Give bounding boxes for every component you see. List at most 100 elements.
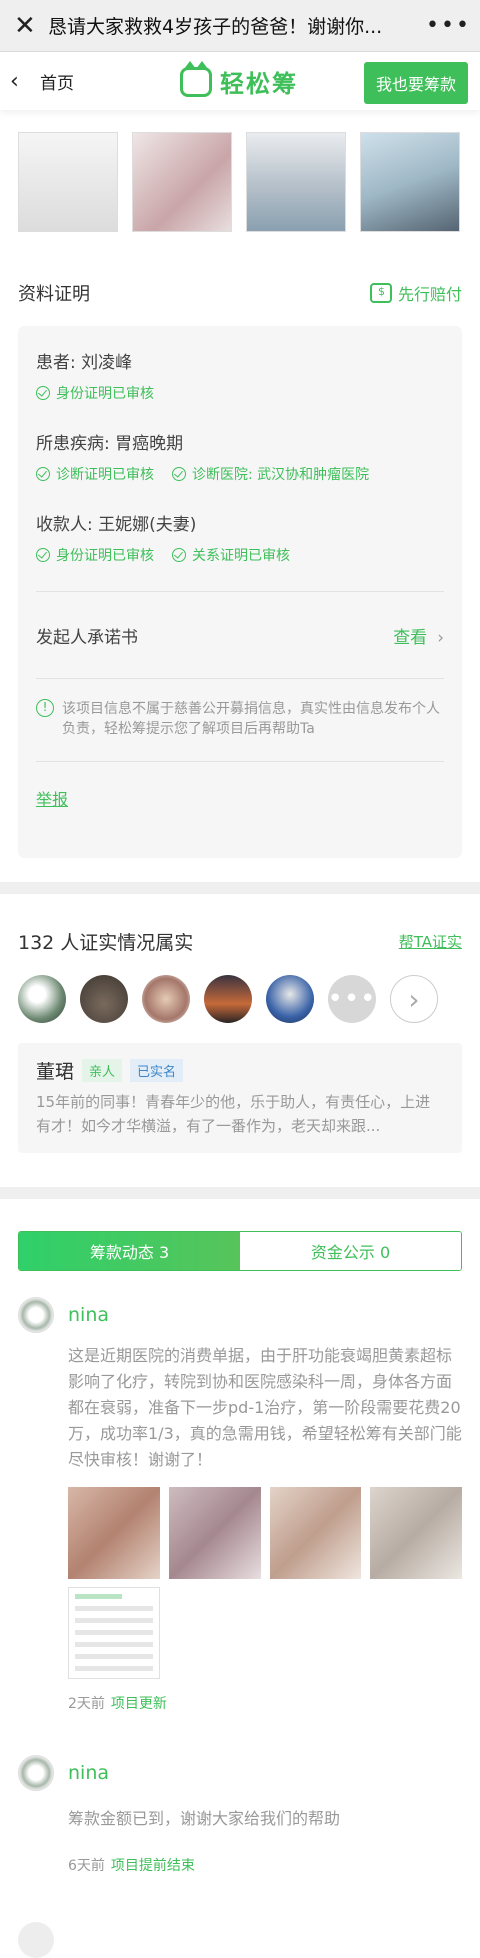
update-meta: 6天前 项目提前结束 <box>68 1855 462 1875</box>
site-nav: ‹ 首页 轻松筹 我也要筹款 <box>0 52 480 110</box>
update-text: 这是近期医院的消费单据，由于肝功能衰竭胆黄素超标影响了化疗，转院到协和医院感染科… <box>68 1346 462 1469</box>
wechat-top-bar: ✕ 恳请大家救救4岁孩子的爸爸！谢谢你... ••• <box>0 0 480 52</box>
image-detail <box>75 1618 153 1623</box>
payee-label: 收款人: 王妮娜(夫妻) <box>36 515 197 535</box>
photo-thumbnail[interactable] <box>360 132 460 232</box>
photo-thumbnail[interactable] <box>18 132 118 232</box>
tab-updates[interactable]: 筹款动态 3 <box>19 1232 240 1270</box>
image-detail <box>75 1666 153 1671</box>
avatar[interactable] <box>266 975 314 1023</box>
receipt-image[interactable] <box>269 1487 362 1579</box>
avatar[interactable] <box>80 975 128 1023</box>
back-chevron-icon[interactable]: ‹ <box>10 69 32 94</box>
page-title: 恳请大家救救4岁孩子的爸爸！谢谢你... <box>48 16 383 38</box>
update-time: 6天前 <box>68 1858 105 1874</box>
image-detail <box>75 1594 122 1599</box>
author-name[interactable]: nina <box>68 1304 109 1326</box>
photo-thumbnail[interactable] <box>246 132 346 232</box>
view-label: 查看 <box>393 627 428 648</box>
project-photos <box>0 110 480 232</box>
verified-tag: 关系证明已审核 <box>172 545 290 565</box>
disease-label: 所患疾病: 胃癌晚期 <box>36 434 184 454</box>
brand-logo: 轻松筹 <box>180 60 298 99</box>
photo-thumbnail[interactable] <box>132 132 232 232</box>
chevron-right-icon: › <box>437 627 444 648</box>
avatar[interactable] <box>204 975 252 1023</box>
promise-row[interactable]: 发起人承诺书 查看 › <box>36 592 444 678</box>
patient-label: 患者: 刘凌峰 <box>36 353 133 373</box>
home-link[interactable]: 首页 <box>40 69 74 94</box>
verification-card: 患者: 刘凌峰 身份证明已审核 所患疾病: 胃癌晚期 诊断证明已审核 诊断医院:… <box>18 326 462 858</box>
check-circle-icon <box>36 386 50 400</box>
report-link[interactable]: 举报 <box>36 762 444 810</box>
comment-text: 15年前的同事！青春年少的他，乐于助人，有责任心，上进有才！如今才华横溢，有了一… <box>36 1093 431 1135</box>
receipt-image[interactable] <box>68 1487 160 1579</box>
more-icon[interactable]: ••• <box>426 13 469 38</box>
more-avatars-icon[interactable]: ••• <box>328 975 376 1023</box>
tag-label: 身份证明已审核 <box>56 386 154 402</box>
disclaimer-text: 该项目信息不属于慈善公开募捐信息，真实性由信息发布个人负责，轻松筹提示您了解项目… <box>62 701 440 737</box>
start-fundraise-button[interactable]: 我也要筹款 <box>363 62 468 104</box>
update-tabs: 筹款动态 3 资金公示 0 <box>18 1231 462 1271</box>
image-detail <box>75 1630 153 1635</box>
avatar <box>18 1755 54 1791</box>
witness-section: 132 人证实情况属实 帮TA证实 ••• › 董珺 亲人 已实名 15年前的同… <box>0 894 480 1153</box>
image-detail <box>75 1642 153 1647</box>
witness-count: 132 人证实情况属实 <box>18 932 194 954</box>
author-name[interactable]: nina <box>68 1762 109 1784</box>
tag-label: 诊断证明已审核 <box>56 467 154 483</box>
close-icon[interactable]: ✕ <box>14 11 48 41</box>
avatar <box>18 1297 54 1333</box>
check-circle-icon <box>172 467 186 481</box>
tab-funds[interactable]: 资金公示 0 <box>240 1232 461 1270</box>
verification-header: 资料证明 先行赔付 <box>0 280 480 306</box>
verification-title: 资料证明 <box>18 284 90 305</box>
verified-tag: 身份证明已审核 <box>36 383 154 403</box>
cat-logo-icon <box>180 60 212 97</box>
section-separator <box>0 882 480 894</box>
update-meta: 2天前 项目更新 <box>68 1693 462 1713</box>
check-circle-icon <box>36 467 50 481</box>
avatar[interactable] <box>142 975 190 1023</box>
screenshot-image[interactable] <box>68 1587 160 1679</box>
help-verify-link[interactable]: 帮TA证实 <box>399 931 462 952</box>
witness-avatars: ••• › <box>18 975 462 1023</box>
update-item: nina 筹款金额已到，谢谢大家给我们的帮助 6天前 项目提前结束 <box>0 1713 480 1875</box>
view-promise-link[interactable]: 查看 › <box>393 623 444 648</box>
verified-tag: 诊断证明已审核 <box>36 464 154 484</box>
patient-row: 患者: 刘凌峰 身份证明已审核 <box>36 348 444 403</box>
promise-label: 发起人承诺书 <box>36 627 138 648</box>
payee-row: 收款人: 王妮娜(夫妻) 身份证明已审核 关系证明已审核 <box>36 510 444 565</box>
verified-badge: 已实名 <box>130 1059 184 1082</box>
brand-name: 轻松筹 <box>220 70 298 98</box>
tag-label: 身份证明已审核 <box>56 548 154 564</box>
image-detail <box>75 1654 153 1659</box>
info-icon: ! <box>36 699 54 717</box>
money-hand-icon <box>369 283 392 303</box>
witness-comment[interactable]: 董珺 亲人 已实名 15年前的同事！青春年少的他，乐于助人，有责任心，上进有才！… <box>18 1043 462 1153</box>
avatar[interactable] <box>18 975 66 1023</box>
receipt-image[interactable] <box>370 1487 462 1579</box>
avatar <box>18 1922 54 1958</box>
update-images <box>68 1487 462 1579</box>
disclaimer: ! 该项目信息不属于慈善公开募捐信息，真实性由信息发布个人负责，轻松筹提示您了解… <box>36 679 444 761</box>
image-detail <box>75 1606 153 1611</box>
check-circle-icon <box>36 548 50 562</box>
guarantee-label: 先行赔付 <box>397 285 462 304</box>
disease-row: 所患疾病: 胃癌晚期 诊断证明已审核 诊断医院: 武汉协和肿瘤医院 <box>36 429 444 484</box>
update-type: 项目更新 <box>110 1696 167 1712</box>
receipt-image[interactable] <box>168 1487 261 1579</box>
tag-label: 关系证明已审核 <box>192 548 290 564</box>
update-time: 2天前 <box>68 1696 105 1712</box>
verified-tag: 诊断医院: 武汉协和肿瘤医院 <box>172 464 369 484</box>
commenter-name: 董珺 <box>36 1061 75 1083</box>
chevron-right-icon[interactable]: › <box>390 975 438 1023</box>
update-item: nina 这是近期医院的消费单据，由于肝功能衰竭胆黄素超标影响了化疗，转院到协和… <box>0 1271 480 1713</box>
relation-badge: 亲人 <box>82 1059 123 1082</box>
section-separator <box>0 1187 480 1199</box>
update-type: 项目提前结束 <box>110 1858 195 1874</box>
update-text: 筹款金额已到，谢谢大家给我们的帮助 <box>68 1809 341 1828</box>
guarantee-link[interactable]: 先行赔付 <box>369 281 462 305</box>
check-circle-icon <box>172 548 186 562</box>
tag-label: 诊断医院: 武汉协和肿瘤医院 <box>192 467 370 483</box>
